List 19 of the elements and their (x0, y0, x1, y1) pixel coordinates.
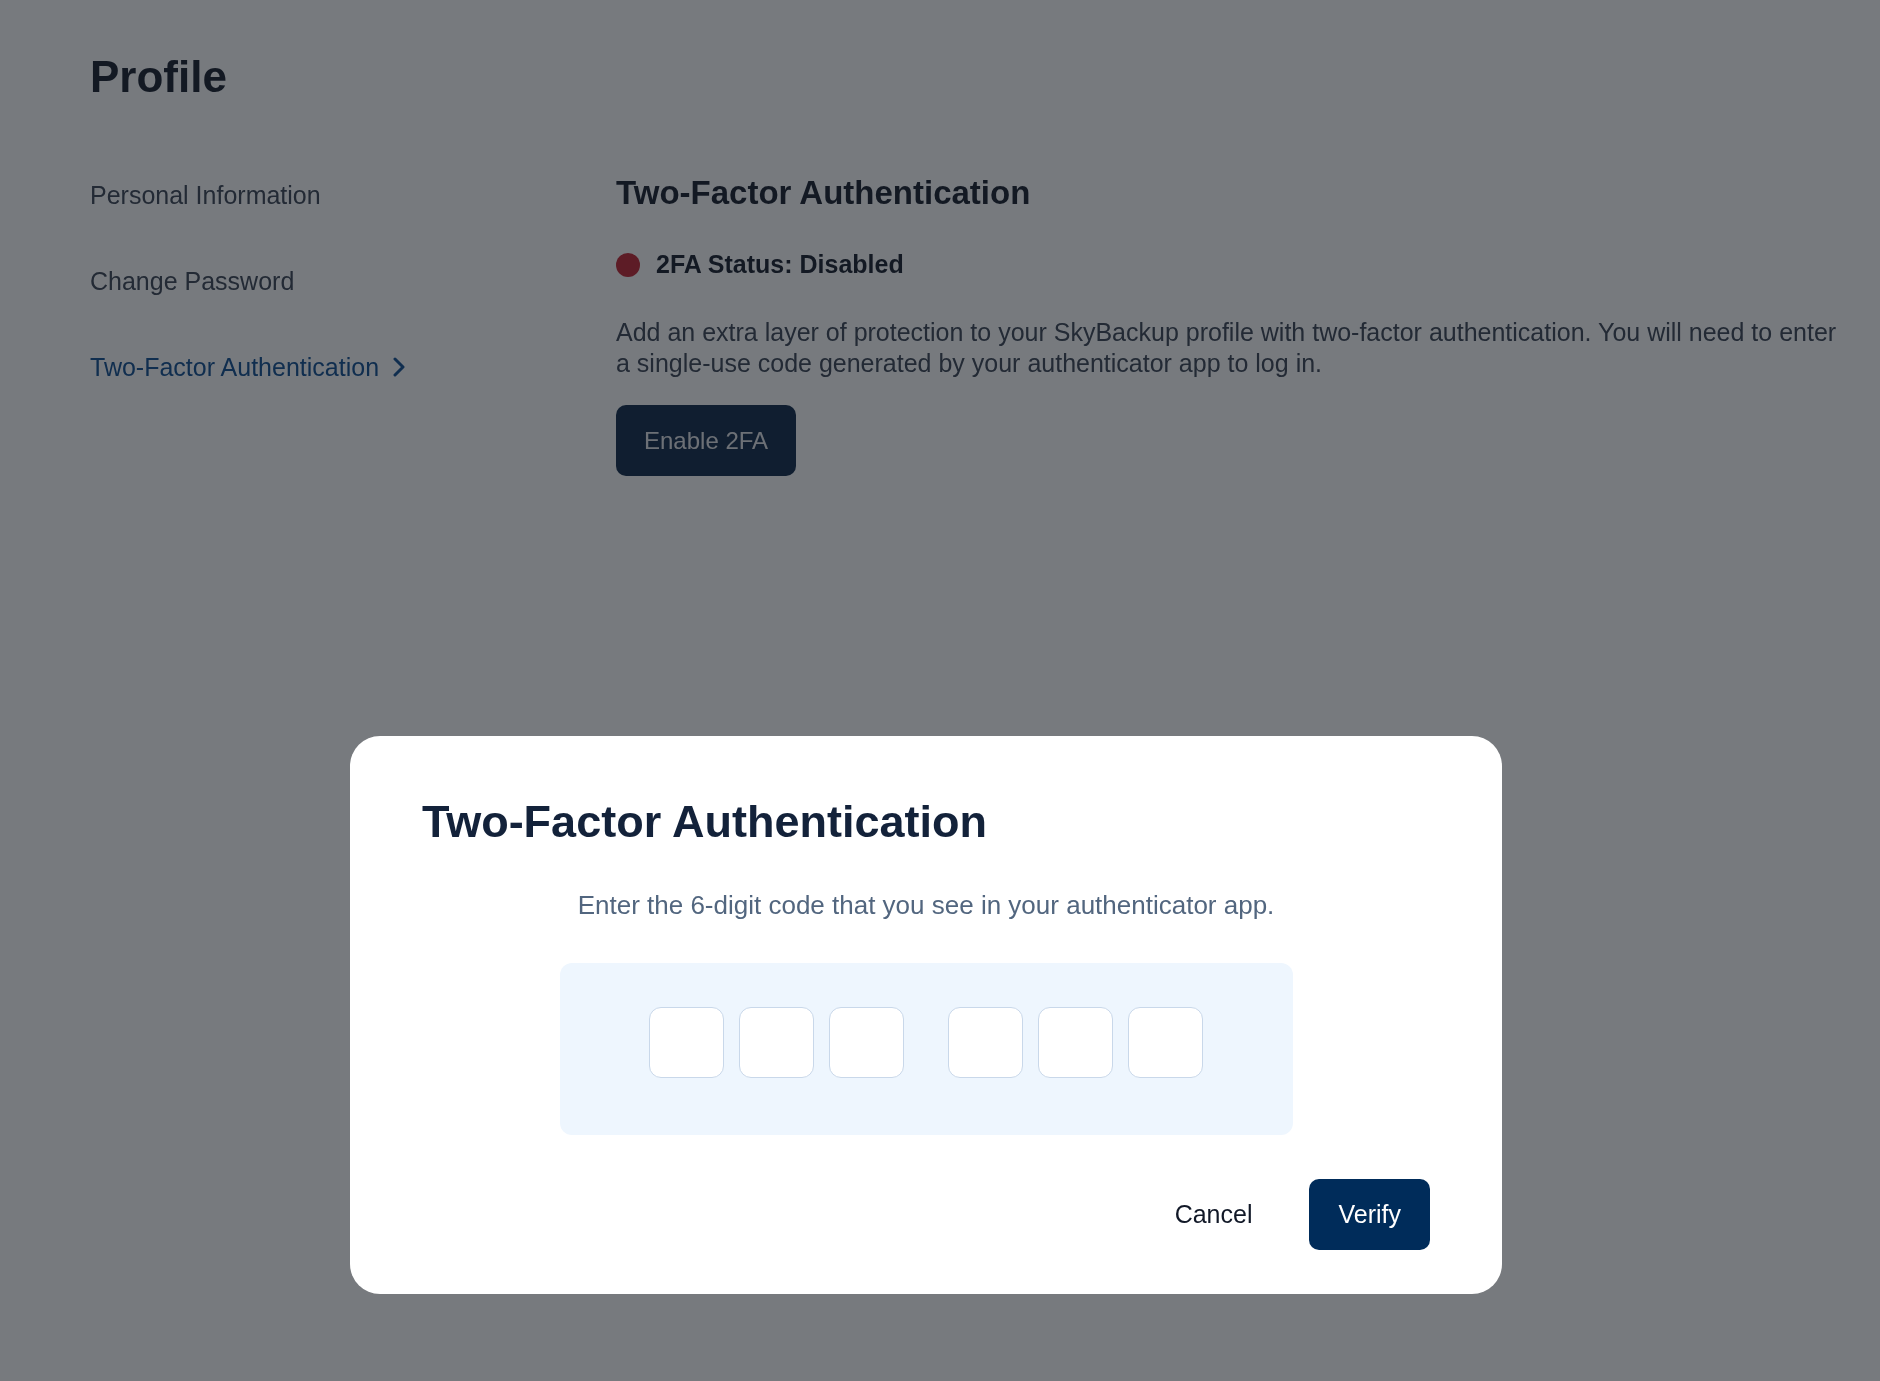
chevron-right-icon (393, 357, 406, 377)
dialog-instruction: Enter the 6-digit code that you see in your authenticator app. (576, 890, 1276, 921)
sidebar-item[interactable]: Personal Information (90, 180, 321, 210)
description-text: Add an extra layer of protection to your SkyBackup profile with two-factor authentication. You will need to enter a single-use code generated by your authenticator app to log in. (616, 317, 1838, 379)
cancel-button[interactable]: Cancel (1145, 1179, 1282, 1250)
page-title: Profile (90, 52, 228, 102)
code-digit-field[interactable] (948, 1007, 1023, 1078)
status-label: 2FA Status: Disabled (656, 250, 904, 279)
code-digit-field[interactable] (739, 1007, 814, 1078)
dialog-title: Two-Factor Authentication (422, 796, 988, 848)
section-title: Two-Factor Authentication (616, 174, 1032, 212)
sidebar-item[interactable]: Two-Factor Authentication (90, 352, 406, 382)
code-digit-field[interactable] (1038, 1007, 1113, 1078)
code-digit-field[interactable] (829, 1007, 904, 1078)
code-digit-field[interactable] (649, 1007, 724, 1078)
sidebar-item[interactable]: Change Password (90, 266, 295, 296)
code-digit-field[interactable] (1128, 1007, 1203, 1078)
verify-button[interactable]: Verify (1309, 1179, 1430, 1250)
enable-2fa-button[interactable]: Enable 2FA (616, 405, 797, 476)
